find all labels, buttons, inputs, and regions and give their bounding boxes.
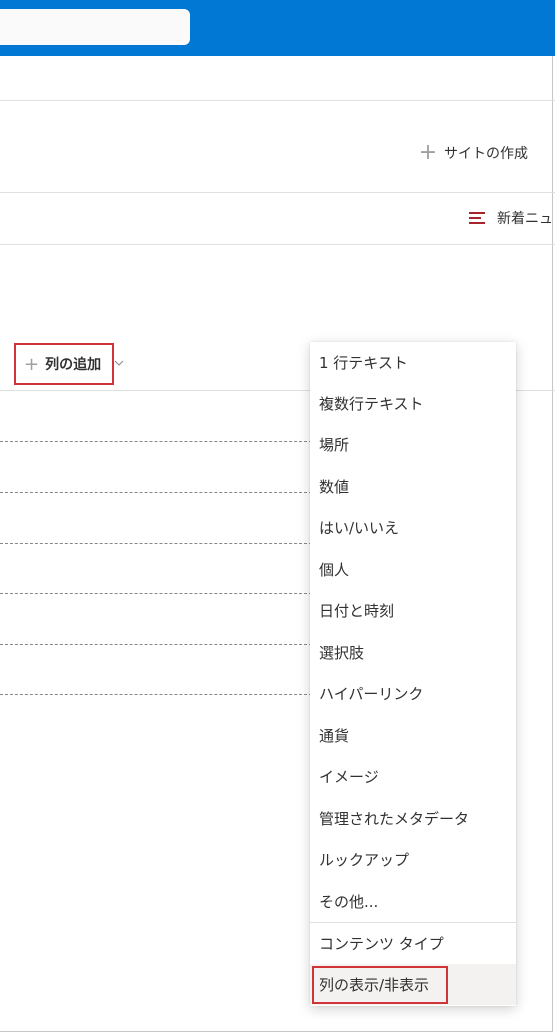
menu-item-hyperlink[interactable]: ハイパーリンク	[310, 673, 516, 714]
menu-item-currency[interactable]: 通貨	[310, 715, 516, 756]
create-site-command[interactable]: + サイトの作成	[418, 142, 528, 164]
divider	[0, 192, 555, 193]
add-column-menu: 1 行テキスト 複数行テキスト 場所 数値 はい/いいえ 個人 日付と時刻 選択…	[310, 342, 516, 1006]
menu-item-multiline-text[interactable]: 複数行テキスト	[310, 383, 516, 424]
menu-item-more[interactable]: その他...	[310, 881, 516, 922]
news-icon	[469, 212, 485, 224]
plus-icon: +	[24, 353, 40, 375]
divider	[0, 244, 555, 245]
menu-item-number[interactable]: 数値	[310, 466, 516, 507]
menu-item-location[interactable]: 場所	[310, 424, 516, 465]
add-column-button[interactable]: + 列の追加	[14, 343, 114, 385]
news-command[interactable]: 新着ニュ	[469, 208, 553, 228]
menu-item-yes-no[interactable]: はい/いいえ	[310, 507, 516, 548]
menu-item-show-hide-columns[interactable]: 列の表示/非表示	[310, 964, 516, 1005]
list-row	[0, 593, 312, 594]
menu-item-image[interactable]: イメージ	[310, 756, 516, 797]
create-site-label: サイトの作成	[444, 146, 528, 162]
list-row	[0, 543, 312, 544]
list-row	[0, 492, 312, 493]
highlight-box	[312, 966, 448, 1004]
menu-item-choice[interactable]: 選択肢	[310, 632, 516, 673]
list-row	[0, 694, 312, 695]
chevron-down-icon[interactable]	[114, 358, 124, 368]
add-column-label: 列の追加	[45, 357, 102, 373]
search-input[interactable]	[0, 9, 190, 45]
list-row	[0, 441, 312, 442]
menu-item-date-time[interactable]: 日付と時刻	[310, 590, 516, 631]
menu-item-managed-metadata[interactable]: 管理されたメタデータ	[310, 798, 516, 839]
menu-item-content-type[interactable]: コンテンツ タイプ	[310, 923, 516, 964]
suite-header	[0, 0, 555, 56]
menu-item-lookup[interactable]: ルックアップ	[310, 839, 516, 880]
list-row	[0, 644, 312, 645]
menu-item-single-line-text[interactable]: 1 行テキスト	[310, 342, 516, 383]
plus-icon: +	[418, 140, 438, 165]
news-label: 新着ニュ	[497, 211, 553, 227]
divider	[0, 100, 555, 101]
menu-item-person[interactable]: 個人	[310, 549, 516, 590]
